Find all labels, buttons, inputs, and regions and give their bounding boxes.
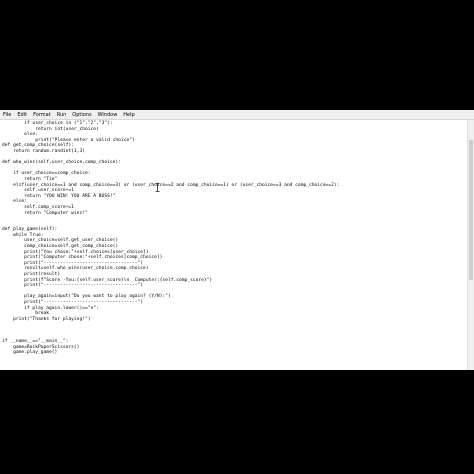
menu-edit[interactable]: Edit [17,112,27,118]
menu-help[interactable]: Help [123,112,134,118]
menu-format[interactable]: Format [33,112,51,118]
menu-run[interactable]: Run [57,112,67,118]
menu-options[interactable]: Options [72,112,91,118]
menu-window[interactable]: Window [98,112,118,118]
code-editor[interactable]: if user_choice in ("1","2","3"): return … [0,120,468,370]
idle-editor-window: File Edit Format Run Options Window Help… [0,110,474,370]
scrollbar-thumb[interactable] [469,140,473,280]
code-line: game.play_game() [2,350,58,356]
vertical-scrollbar[interactable] [467,120,474,370]
menu-file[interactable]: File [3,112,11,118]
menu-bar: File Edit Format Run Options Window Help [0,110,474,120]
i-beam-cursor-icon [155,183,160,192]
